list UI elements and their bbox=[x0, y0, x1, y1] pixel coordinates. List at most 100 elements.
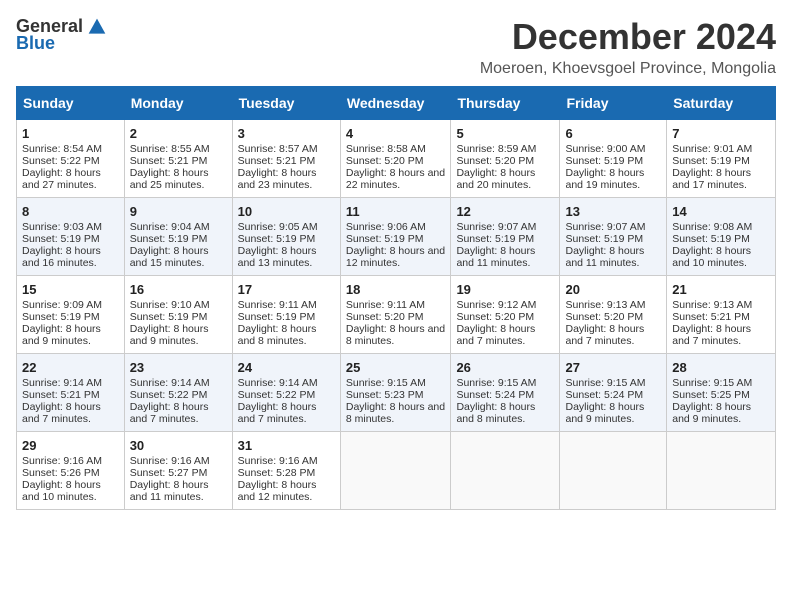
daylight-text: Daylight: 8 hours and 7 minutes. bbox=[456, 323, 535, 347]
day-number: 29 bbox=[22, 438, 119, 453]
daylight-text: Daylight: 8 hours and 8 minutes. bbox=[456, 401, 535, 425]
header-monday: Monday bbox=[124, 87, 232, 120]
daylight-text: Daylight: 8 hours and 27 minutes. bbox=[22, 167, 101, 191]
sunset-text: Sunset: 5:19 PM bbox=[130, 233, 208, 245]
sunset-text: Sunset: 5:27 PM bbox=[130, 467, 208, 479]
day-number: 3 bbox=[238, 126, 335, 141]
logo: General Blue bbox=[16, 16, 107, 54]
sunset-text: Sunset: 5:24 PM bbox=[565, 389, 643, 401]
table-row: 3 Sunrise: 8:57 AMSunset: 5:21 PMDaylight… bbox=[232, 120, 340, 198]
sunrise-text: Sunrise: 8:58 AM bbox=[346, 143, 426, 155]
sunset-text: Sunset: 5:20 PM bbox=[346, 311, 424, 323]
sunrise-text: Sunrise: 9:08 AM bbox=[672, 221, 752, 233]
calendar-title: December 2024 bbox=[480, 16, 776, 58]
daylight-text: Daylight: 8 hours and 11 minutes. bbox=[456, 245, 535, 269]
sunrise-text: Sunrise: 9:11 AM bbox=[346, 299, 425, 311]
daylight-text: Daylight: 8 hours and 10 minutes. bbox=[672, 245, 751, 269]
table-row: 7Sunrise: 9:01 AMSunset: 5:19 PMDaylight… bbox=[667, 120, 776, 198]
daylight-text: Daylight: 8 hours and 11 minutes. bbox=[565, 245, 644, 269]
logo-blue-text: Blue bbox=[16, 33, 55, 54]
table-row: 1Sunrise: 8:54 AMSunset: 5:22 PMDaylight… bbox=[17, 120, 125, 198]
sunset-text: Sunset: 5:19 PM bbox=[238, 311, 316, 323]
sunrise-text: Sunrise: 8:55 AM bbox=[130, 143, 210, 155]
sunset-text: Sunset: 5:21 PM bbox=[672, 311, 750, 323]
table-row: 9Sunrise: 9:04 AMSunset: 5:19 PMDaylight… bbox=[124, 198, 232, 276]
sunrise-text: Sunrise: 9:14 AM bbox=[130, 377, 210, 389]
daylight-text: Daylight: 8 hours and 9 minutes. bbox=[672, 401, 751, 425]
title-area: December 2024 Moeroen, Khoevsgoel Provin… bbox=[480, 16, 776, 78]
daylight-text: Daylight: 8 hours and 11 minutes. bbox=[130, 479, 209, 503]
day-number: 24 bbox=[238, 360, 335, 375]
sunrise-text: Sunrise: 9:07 AM bbox=[456, 221, 536, 233]
daylight-text: Daylight: 8 hours and 22 minutes. bbox=[346, 167, 445, 191]
table-row: 19Sunrise: 9:12 AMSunset: 5:20 PMDayligh… bbox=[451, 276, 560, 354]
header-friday: Friday bbox=[560, 87, 667, 120]
sunset-text: Sunset: 5:19 PM bbox=[346, 233, 424, 245]
sunrise-text: Sunrise: 9:14 AM bbox=[22, 377, 102, 389]
day-number: 5 bbox=[456, 126, 554, 141]
daylight-text: Daylight: 8 hours and 7 minutes. bbox=[130, 401, 209, 425]
table-row: 14Sunrise: 9:08 AMSunset: 5:19 PMDayligh… bbox=[667, 198, 776, 276]
day-number: 20 bbox=[565, 282, 661, 297]
header-tuesday: Tuesday bbox=[232, 87, 340, 120]
table-row bbox=[667, 432, 776, 510]
daylight-text: Daylight: 8 hours and 23 minutes. bbox=[238, 167, 317, 191]
sunset-text: Sunset: 5:25 PM bbox=[672, 389, 750, 401]
sunrise-text: Sunrise: 9:15 AM bbox=[565, 377, 645, 389]
day-number: 19 bbox=[456, 282, 554, 297]
sunrise-text: Sunrise: 8:57 AM bbox=[238, 143, 318, 155]
daylight-text: Daylight: 8 hours and 25 minutes. bbox=[130, 167, 209, 191]
table-row: 2Sunrise: 8:55 AMSunset: 5:21 PMDaylight… bbox=[124, 120, 232, 198]
sunrise-text: Sunrise: 9:09 AM bbox=[22, 299, 102, 311]
daylight-text: Daylight: 8 hours and 7 minutes. bbox=[22, 401, 101, 425]
sunset-text: Sunset: 5:20 PM bbox=[346, 155, 424, 167]
table-row: 5Sunrise: 8:59 AMSunset: 5:20 PMDaylight… bbox=[451, 120, 560, 198]
table-row bbox=[451, 432, 560, 510]
day-number: 30 bbox=[130, 438, 227, 453]
sunset-text: Sunset: 5:21 PM bbox=[238, 155, 316, 167]
sunset-text: Sunset: 5:22 PM bbox=[238, 389, 316, 401]
table-row: 25Sunrise: 9:15 AMSunset: 5:23 PMDayligh… bbox=[340, 354, 451, 432]
sunrise-text: Sunrise: 9:13 AM bbox=[672, 299, 752, 311]
day-number: 9 bbox=[130, 204, 227, 219]
header-thursday: Thursday bbox=[451, 87, 560, 120]
daylight-text: Daylight: 8 hours and 9 minutes. bbox=[565, 401, 644, 425]
daylight-text: Daylight: 8 hours and 17 minutes. bbox=[672, 167, 751, 191]
sunrise-text: Sunrise: 9:15 AM bbox=[456, 377, 536, 389]
sunrise-text: Sunrise: 9:16 AM bbox=[22, 455, 102, 467]
daylight-text: Daylight: 8 hours and 7 minutes. bbox=[238, 401, 317, 425]
sunset-text: Sunset: 5:19 PM bbox=[22, 233, 100, 245]
sunrise-text: Sunrise: 9:00 AM bbox=[565, 143, 645, 155]
day-number: 28 bbox=[672, 360, 770, 375]
sunset-text: Sunset: 5:19 PM bbox=[672, 233, 750, 245]
sunset-text: Sunset: 5:28 PM bbox=[238, 467, 316, 479]
day-number: 1 bbox=[22, 126, 119, 141]
table-row: 30 Sunrise: 9:16 AMSunset: 5:27 PMDayligh… bbox=[124, 432, 232, 510]
daylight-text: Daylight: 8 hours and 12 minutes. bbox=[238, 479, 317, 503]
sunset-text: Sunset: 5:19 PM bbox=[130, 311, 208, 323]
sunset-text: Sunset: 5:23 PM bbox=[346, 389, 424, 401]
sunrise-text: Sunrise: 9:16 AM bbox=[130, 455, 210, 467]
daylight-text: Daylight: 8 hours and 8 minutes. bbox=[238, 323, 317, 347]
header-row: Sunday Monday Tuesday Wednesday Thursday… bbox=[17, 87, 776, 120]
day-number: 4 bbox=[346, 126, 446, 141]
table-row: 26Sunrise: 9:15 AMSunset: 5:24 PMDayligh… bbox=[451, 354, 560, 432]
table-row: 8Sunrise: 9:03 AMSunset: 5:19 PMDaylight… bbox=[17, 198, 125, 276]
daylight-text: Daylight: 8 hours and 8 minutes. bbox=[346, 323, 445, 347]
table-row: 28Sunrise: 9:15 AMSunset: 5:25 PMDayligh… bbox=[667, 354, 776, 432]
sunset-text: Sunset: 5:21 PM bbox=[130, 155, 208, 167]
day-number: 6 bbox=[565, 126, 661, 141]
sunrise-text: Sunrise: 9:03 AM bbox=[22, 221, 102, 233]
table-row: 13Sunrise: 9:07 AMSunset: 5:19 PMDayligh… bbox=[560, 198, 667, 276]
sunset-text: Sunset: 5:20 PM bbox=[456, 155, 534, 167]
table-row: 15Sunrise: 9:09 AMSunset: 5:19 PMDayligh… bbox=[17, 276, 125, 354]
daylight-text: Daylight: 8 hours and 13 minutes. bbox=[238, 245, 317, 269]
table-row bbox=[560, 432, 667, 510]
day-number: 13 bbox=[565, 204, 661, 219]
day-number: 23 bbox=[130, 360, 227, 375]
sunrise-text: Sunrise: 9:14 AM bbox=[238, 377, 318, 389]
sunset-text: Sunset: 5:19 PM bbox=[456, 233, 534, 245]
sunset-text: Sunset: 5:20 PM bbox=[456, 311, 534, 323]
sunset-text: Sunset: 5:20 PM bbox=[565, 311, 643, 323]
table-row: 24 Sunrise: 9:14 AMSunset: 5:22 PMDayligh… bbox=[232, 354, 340, 432]
